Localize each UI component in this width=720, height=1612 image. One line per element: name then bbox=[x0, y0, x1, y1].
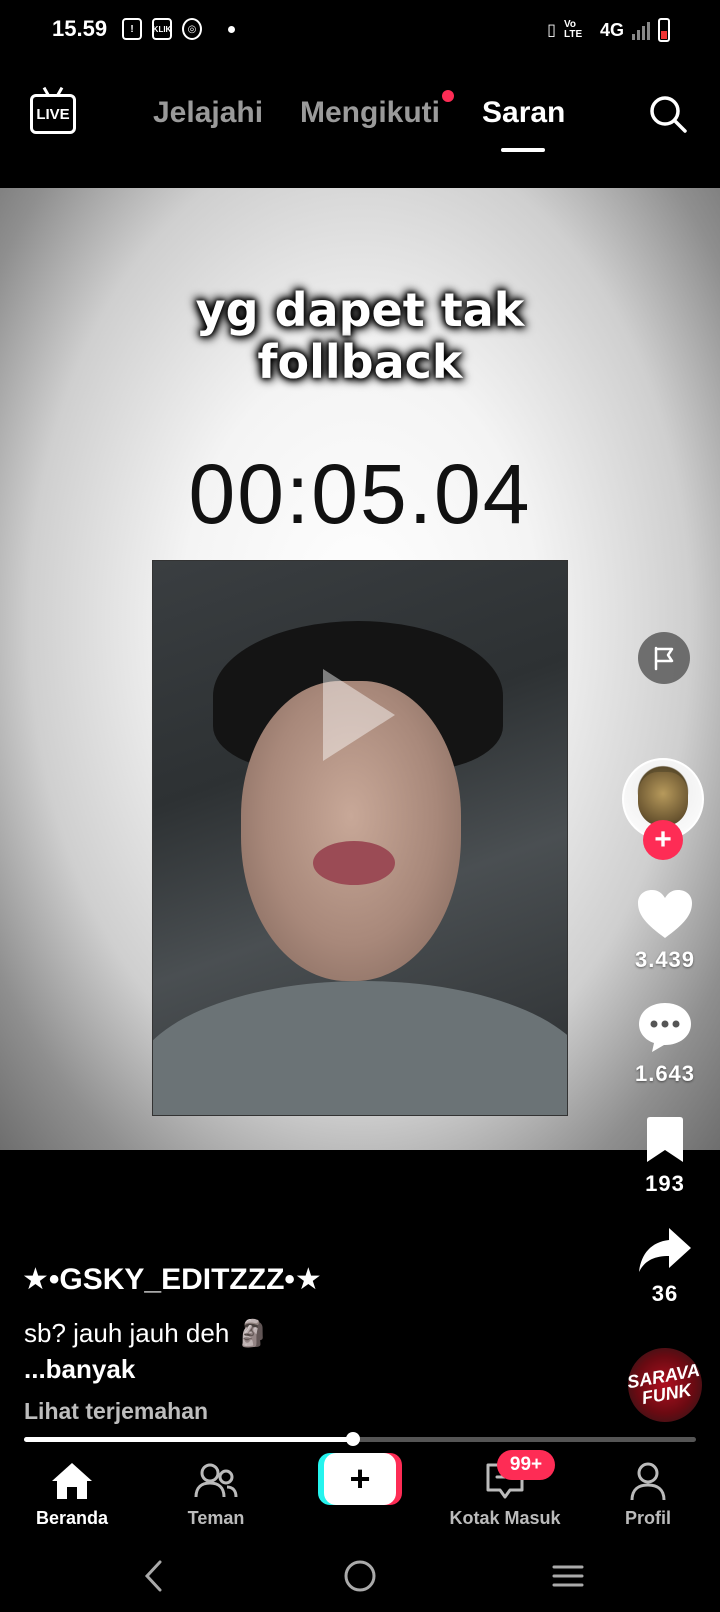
live-button[interactable]: LIVE bbox=[30, 94, 76, 134]
search-icon bbox=[650, 96, 687, 133]
klik-icon: KLIK bbox=[152, 18, 172, 40]
video-progress-bar[interactable] bbox=[24, 1432, 696, 1446]
nav-home[interactable]: Beranda bbox=[2, 1458, 142, 1529]
follow-button[interactable]: + bbox=[643, 820, 683, 860]
creator-avatar[interactable]: + bbox=[622, 758, 704, 860]
video-stopwatch: 00:05.04 bbox=[188, 447, 532, 541]
person-shirt bbox=[153, 981, 567, 1115]
comment-button[interactable]: 1.643 bbox=[620, 1000, 710, 1087]
alert-icon: ! bbox=[122, 18, 142, 40]
share-icon bbox=[639, 1228, 691, 1272]
volte-icon: Vo LTE bbox=[563, 19, 583, 40]
avatar-figure bbox=[638, 772, 688, 826]
network-type: 4G bbox=[599, 19, 624, 40]
tab-jelajahi[interactable]: Jelajahi bbox=[153, 96, 263, 130]
tab-mengikuti[interactable]: Mengikuti bbox=[300, 90, 454, 130]
like-button[interactable]: 3.439 bbox=[620, 888, 710, 973]
nav-inbox[interactable]: 99+ Kotak Masuk bbox=[435, 1450, 575, 1529]
nav-label: Teman bbox=[187, 1508, 245, 1528]
system-indicators: ▯ Vo LTE 4G bbox=[547, 18, 670, 42]
progress-handle[interactable] bbox=[346, 1432, 361, 1446]
like-count: 3.439 bbox=[634, 947, 696, 972]
battery-icon bbox=[658, 18, 670, 42]
tab-saran[interactable]: Saran bbox=[482, 96, 565, 130]
active-tab-indicator bbox=[501, 148, 545, 152]
flag-icon bbox=[654, 646, 674, 671]
new-content-dot bbox=[442, 90, 454, 102]
see-translation-link[interactable]: Lihat terjemahan bbox=[24, 1398, 208, 1425]
nav-label: Kotak Masuk bbox=[449, 1508, 561, 1528]
friends-icon bbox=[194, 1463, 238, 1498]
signal-icon bbox=[632, 20, 650, 40]
nav-profile[interactable]: Profil bbox=[578, 1458, 718, 1529]
home-icon bbox=[52, 1463, 92, 1499]
overlay-line-2: follback bbox=[257, 335, 463, 389]
circle-home-icon bbox=[344, 1560, 376, 1592]
recents-button[interactable] bbox=[546, 1554, 590, 1598]
progress-fill bbox=[24, 1437, 354, 1442]
system-nav-bar bbox=[0, 1540, 720, 1612]
back-button[interactable] bbox=[132, 1554, 176, 1598]
notification-icons: ! KLIK ◎ bbox=[122, 18, 235, 40]
play-icon[interactable] bbox=[323, 669, 395, 761]
menu-lines-icon bbox=[552, 1565, 584, 1587]
status-bar: 15.59 ! KLIK ◎ ▯ Vo LTE 4G bbox=[0, 0, 720, 60]
video-inner-clip bbox=[152, 560, 568, 1116]
live-label: LIVE bbox=[36, 105, 70, 123]
search-button[interactable] bbox=[648, 94, 688, 134]
nav-friends[interactable]: Teman bbox=[146, 1458, 286, 1529]
profile-icon bbox=[630, 1462, 666, 1501]
creator-username[interactable]: ★•GSKY_EDITZZZ•★ bbox=[22, 1262, 322, 1297]
vibrate-icon: ▯ bbox=[547, 22, 556, 39]
app-icon: ◎ bbox=[182, 18, 202, 40]
music-disc[interactable]: SARAVA FUNK bbox=[622, 1342, 708, 1428]
description-more[interactable]: ...banyak bbox=[24, 1354, 135, 1385]
video-player[interactable]: yg dapet tak follback 00:05.04 bbox=[0, 188, 720, 1150]
more-notifications-dot bbox=[228, 25, 235, 33]
plus-icon: + bbox=[324, 1453, 396, 1505]
tab-label: Saran bbox=[482, 96, 566, 129]
overlay-line-1: yg dapet tak bbox=[195, 283, 525, 337]
nav-label: Profil bbox=[624, 1508, 671, 1528]
post-description: sb? jauh jauh deh 🗿 bbox=[24, 1318, 269, 1348]
bookmark-icon bbox=[647, 1117, 683, 1162]
back-icon bbox=[144, 1560, 162, 1592]
report-button[interactable] bbox=[638, 632, 690, 684]
tab-label: Mengikuti bbox=[300, 96, 440, 129]
inbox-badge: 99+ bbox=[497, 1450, 555, 1480]
top-nav: LIVE Jelajahi Mengikuti Saran bbox=[0, 70, 720, 180]
tab-label: Jelajahi bbox=[153, 96, 264, 129]
music-disc-text: SARAVA FUNK bbox=[625, 1359, 702, 1409]
home-system-button[interactable] bbox=[338, 1554, 382, 1598]
comment-count: 1.643 bbox=[634, 1061, 696, 1086]
create-button[interactable]: + bbox=[318, 1453, 402, 1505]
heart-icon bbox=[638, 890, 692, 938]
share-button[interactable]: 36 bbox=[620, 1226, 710, 1307]
video-overlay-text: yg dapet tak follback bbox=[0, 284, 720, 388]
share-count: 36 bbox=[651, 1281, 679, 1306]
save-count: 193 bbox=[645, 1171, 685, 1196]
comment-icon bbox=[639, 1003, 691, 1052]
save-button[interactable]: 193 bbox=[620, 1116, 710, 1197]
person-mouth bbox=[313, 841, 395, 885]
status-time: 15.59 bbox=[52, 16, 108, 41]
nav-label: Beranda bbox=[35, 1508, 109, 1528]
